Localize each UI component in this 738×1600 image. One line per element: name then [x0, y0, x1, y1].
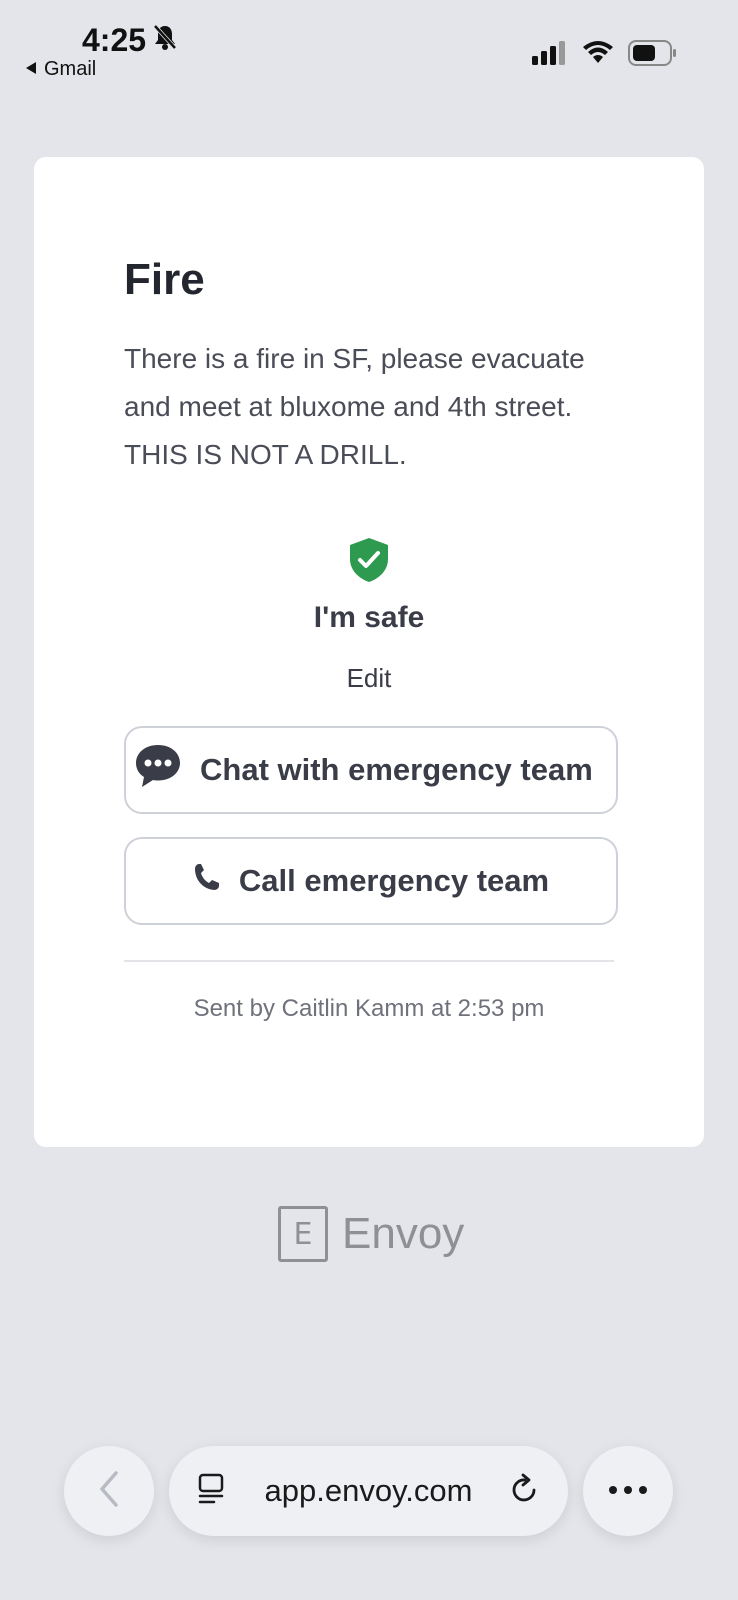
wifi-icon — [582, 41, 614, 70]
alert-message: There is a fire in SF, please evacuate a… — [124, 343, 585, 470]
shield-check-icon — [348, 537, 390, 583]
chat-emergency-button[interactable]: Chat with emergency team — [124, 726, 618, 814]
status-time: 4:25 — [82, 22, 178, 59]
reload-icon[interactable] — [510, 1473, 540, 1510]
bell-slash-icon — [152, 22, 178, 59]
ellipsis-icon — [608, 1482, 648, 1500]
divider — [124, 960, 614, 962]
alert-card: Fire There is a fire in SF, please evacu… — [34, 157, 704, 1147]
envoy-logo-text: Envoy — [342, 1209, 465, 1258]
more-options-button[interactable] — [583, 1446, 673, 1536]
browser-back-button[interactable] — [64, 1446, 154, 1536]
tab-view-icon[interactable] — [197, 1473, 227, 1510]
signal-icon — [532, 41, 568, 70]
safe-status-label: I'm safe — [313, 601, 425, 634]
chevron-left-icon — [98, 1470, 120, 1513]
clock: 4:25 — [82, 22, 147, 58]
back-to-app[interactable]: Gmail — [24, 58, 96, 81]
battery-icon — [628, 40, 678, 71]
alert-title: Fire — [124, 255, 205, 304]
chat-bubble-icon — [134, 743, 182, 797]
sent-by-text: Sent by Caitlin Kamm at 2:53 pm — [193, 995, 545, 1022]
chat-button-label: Chat with emergency team — [200, 752, 593, 787]
status-icons — [532, 40, 678, 71]
envoy-logo: E Envoy — [278, 1206, 464, 1262]
address-bar[interactable]: app.envoy.com — [169, 1446, 568, 1536]
edit-status-link[interactable]: Edit — [34, 663, 704, 694]
back-triangle-icon — [24, 58, 38, 81]
back-app-label: Gmail — [44, 58, 97, 80]
url-text[interactable]: app.envoy.com — [241, 1473, 496, 1509]
call-button-label: Call emergency team — [238, 863, 550, 898]
phone-icon — [193, 862, 221, 900]
envoy-logo-mark: E — [278, 1206, 328, 1262]
call-emergency-button[interactable]: Call emergency team — [124, 837, 618, 925]
